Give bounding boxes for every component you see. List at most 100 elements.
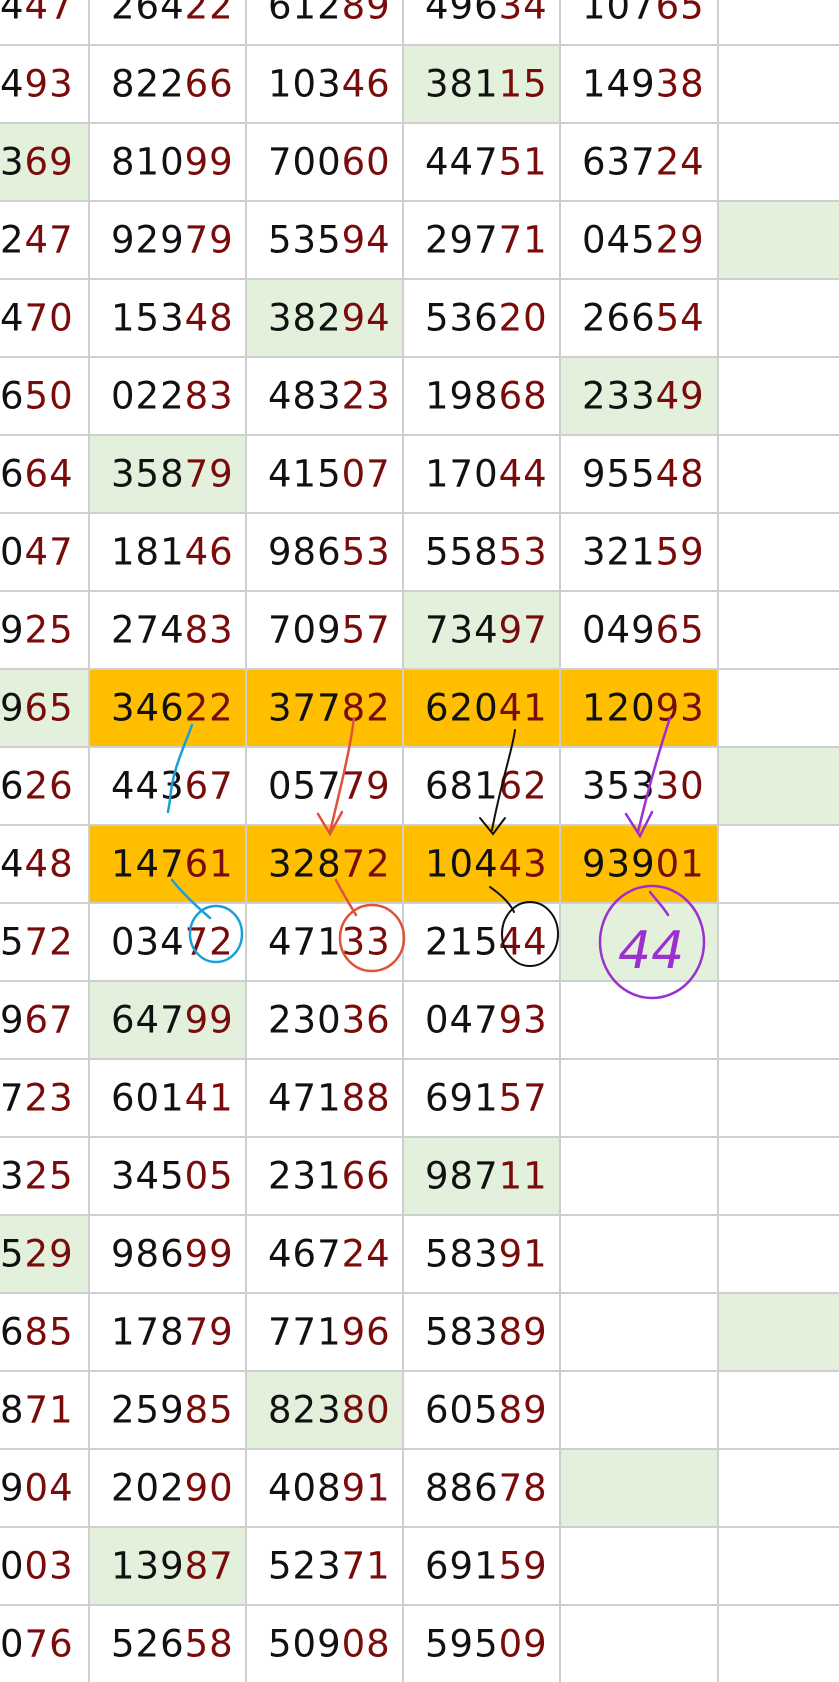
table-cell: 70957 bbox=[247, 592, 404, 668]
table-row: 470 15348 38294 53620 26654 bbox=[0, 278, 839, 356]
table-cell: 626 bbox=[0, 748, 90, 824]
cell-number: 82380 bbox=[268, 1388, 391, 1432]
table-cell: 18146 bbox=[90, 514, 247, 590]
table-cell: 04793 bbox=[404, 982, 561, 1058]
table-cell: 38294 bbox=[247, 280, 404, 356]
table-cell: 925 bbox=[0, 592, 90, 668]
cell-number: 448 bbox=[0, 842, 74, 886]
table-cell: 650 bbox=[0, 358, 90, 434]
table-cell: 15348 bbox=[90, 280, 247, 356]
table-cell bbox=[719, 1216, 839, 1292]
cell-number: 871 bbox=[0, 1388, 74, 1432]
cell-number: 98699 bbox=[111, 1232, 234, 1276]
cell-number: 26422 bbox=[111, 0, 234, 28]
table-cell: 68162 bbox=[404, 748, 561, 824]
table-cell bbox=[719, 514, 839, 590]
cell-number: 05779 bbox=[268, 764, 391, 808]
table-cell: 26654 bbox=[561, 280, 719, 356]
table-cell: 25985 bbox=[90, 1372, 247, 1448]
table-cell bbox=[719, 124, 839, 200]
table-cell: 047 bbox=[0, 514, 90, 590]
table-row: 076 52658 50908 59509 bbox=[0, 1604, 839, 1682]
cell-number: 369 bbox=[0, 140, 74, 184]
cell-number: 44751 bbox=[425, 140, 548, 184]
cell-number: 965 bbox=[0, 686, 74, 730]
table-cell: 98699 bbox=[90, 1216, 247, 1292]
table-cell: 58391 bbox=[404, 1216, 561, 1292]
table-cell: 448 bbox=[0, 826, 90, 902]
cell-number: 03472 bbox=[111, 920, 234, 964]
table-cell: 14761 bbox=[90, 826, 247, 902]
table-row: 003 13987 52371 69159 bbox=[0, 1526, 839, 1604]
cell-number: 73497 bbox=[425, 608, 548, 652]
table-cell: 20290 bbox=[90, 1450, 247, 1526]
table-cell: 52371 bbox=[247, 1528, 404, 1604]
cell-number: 723 bbox=[0, 1076, 74, 1120]
table-cell: 076 bbox=[0, 1606, 90, 1682]
table-cell: 13987 bbox=[90, 1528, 247, 1604]
cell-number: 50908 bbox=[268, 1622, 391, 1666]
cell-number: 62041 bbox=[425, 686, 548, 730]
table-cell: 529 bbox=[0, 1216, 90, 1292]
table-cell bbox=[719, 1606, 839, 1682]
table-row: 664 35879 41507 17044 95548 bbox=[0, 434, 839, 512]
cell-number: 493 bbox=[0, 62, 74, 106]
cell-number: 21544 bbox=[425, 920, 548, 964]
cell-number: 10765 bbox=[582, 0, 705, 28]
cell-number: 95548 bbox=[582, 452, 705, 496]
cell-number: 88678 bbox=[425, 1466, 548, 1510]
table-cell: 10346 bbox=[247, 46, 404, 122]
table-cell bbox=[719, 748, 839, 824]
table-cell: 17044 bbox=[404, 436, 561, 512]
table-row: 626 44367 05779 68162 35330 bbox=[0, 746, 839, 824]
table-cell: 48323 bbox=[247, 358, 404, 434]
table-cell: 34505 bbox=[90, 1138, 247, 1214]
table-cell bbox=[561, 982, 719, 1058]
table-cell: 04965 bbox=[561, 592, 719, 668]
table-cell: 47133 bbox=[247, 904, 404, 980]
table-cell: 64799 bbox=[90, 982, 247, 1058]
table-row: 369 81099 70060 44751 63724 bbox=[0, 122, 839, 200]
table-cell: 447 bbox=[0, 0, 90, 44]
table-cell: 26422 bbox=[90, 0, 247, 44]
table-cell: 32159 bbox=[561, 514, 719, 590]
table-cell: 92979 bbox=[90, 202, 247, 278]
table-cell bbox=[719, 670, 839, 746]
table-cell: 44367 bbox=[90, 748, 247, 824]
table-row: 871 25985 82380 60589 bbox=[0, 1370, 839, 1448]
table-cell bbox=[561, 1606, 719, 1682]
cell-number: 17879 bbox=[111, 1310, 234, 1354]
cell-number: 13987 bbox=[111, 1544, 234, 1588]
table-cell bbox=[719, 1138, 839, 1214]
table-cell: 27483 bbox=[90, 592, 247, 668]
table-cell: 35879 bbox=[90, 436, 247, 512]
table-cell bbox=[561, 1372, 719, 1448]
table-cell bbox=[719, 982, 839, 1058]
table-cell bbox=[561, 1294, 719, 1370]
cell-number: 20290 bbox=[111, 1466, 234, 1510]
cell-number: 25985 bbox=[111, 1388, 234, 1432]
table-cell: 572 bbox=[0, 904, 90, 980]
cell-number: 63724 bbox=[582, 140, 705, 184]
cell-number: 626 bbox=[0, 764, 74, 808]
table-cell: 41507 bbox=[247, 436, 404, 512]
table-cell: 46724 bbox=[247, 1216, 404, 1292]
table-cell: 967 bbox=[0, 982, 90, 1058]
table-cell: 904 bbox=[0, 1450, 90, 1526]
cell-number: 38115 bbox=[425, 62, 548, 106]
cell-number: 04793 bbox=[425, 998, 548, 1042]
cell-number: 10346 bbox=[268, 62, 391, 106]
table-cell bbox=[561, 1060, 719, 1136]
cell-number: 35879 bbox=[111, 452, 234, 496]
cell-number: 447 bbox=[0, 0, 74, 28]
cell-number: 70957 bbox=[268, 608, 391, 652]
table-cell: 29771 bbox=[404, 202, 561, 278]
cell-number: 52658 bbox=[111, 1622, 234, 1666]
table-cell: 664 bbox=[0, 436, 90, 512]
cell-number: 61289 bbox=[268, 0, 391, 28]
cell-number: 40891 bbox=[268, 1466, 391, 1510]
table-cell: 81099 bbox=[90, 124, 247, 200]
table-cell: 69157 bbox=[404, 1060, 561, 1136]
table-cell: 60589 bbox=[404, 1372, 561, 1448]
table-cell bbox=[561, 1216, 719, 1292]
